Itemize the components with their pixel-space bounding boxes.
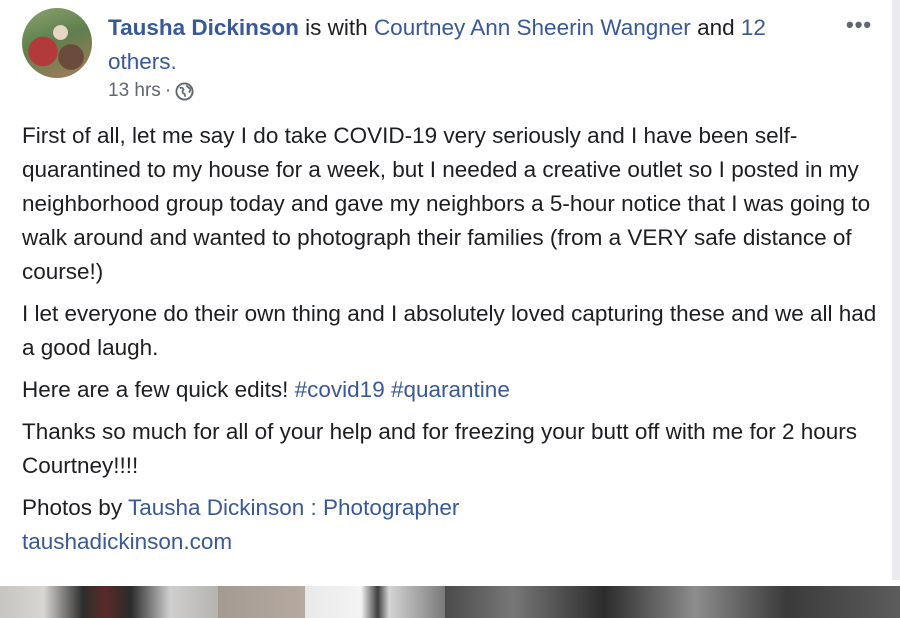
post-header: Tausha Dickinson is with Courtney Ann Sh… <box>108 11 828 79</box>
post-paragraph-edits: Here are a few quick edits! #covid19 #qu… <box>22 373 882 407</box>
post-paragraph-photos-by: Photos by Tausha Dickinson : Photographe… <box>22 491 882 559</box>
photo-thumbnail[interactable] <box>445 586 900 618</box>
edits-text: Here are a few quick edits! <box>22 377 289 402</box>
and-text: and <box>697 15 735 40</box>
globe-icon[interactable] <box>175 81 194 101</box>
photo-thumbnail[interactable] <box>305 586 445 618</box>
feed-edge <box>892 0 900 580</box>
hashtag-quarantine[interactable]: #quarantine <box>391 377 510 402</box>
post-paragraph-thanks: Thanks so much for all of your help and … <box>22 419 858 478</box>
photo-grid <box>0 586 900 618</box>
photos-by-text: Photos by <box>22 495 123 520</box>
facebook-post: Tausha Dickinson is with Courtney Ann Sh… <box>0 0 900 618</box>
photo-thumbnail[interactable] <box>218 586 305 618</box>
with-text: is with <box>305 15 368 40</box>
photo-thumbnail[interactable] <box>0 586 218 618</box>
post-body: First of all, let me say I do take COVID… <box>22 119 882 559</box>
author-name-link[interactable]: Tausha Dickinson <box>108 15 299 40</box>
post-meta: 13 hrs · <box>108 80 194 102</box>
website-link[interactable]: taushadickinson.com <box>22 529 232 554</box>
timestamp-link[interactable]: 13 hrs <box>108 80 161 102</box>
post-paragraph-1: First of all, let me say I do take COVID… <box>22 123 871 284</box>
post-paragraph-2: I let everyone do their own thing and I … <box>22 301 877 360</box>
hashtag-covid19[interactable]: #covid19 <box>295 377 385 402</box>
meta-separator: · <box>164 80 172 101</box>
photographer-page-link[interactable]: Tausha Dickinson : Photographer <box>128 495 459 520</box>
tagged-person-link[interactable]: Courtney Ann Sheerin Wangner <box>374 15 691 40</box>
more-options-icon[interactable]: ••• <box>846 12 872 38</box>
author-avatar[interactable] <box>22 8 92 78</box>
